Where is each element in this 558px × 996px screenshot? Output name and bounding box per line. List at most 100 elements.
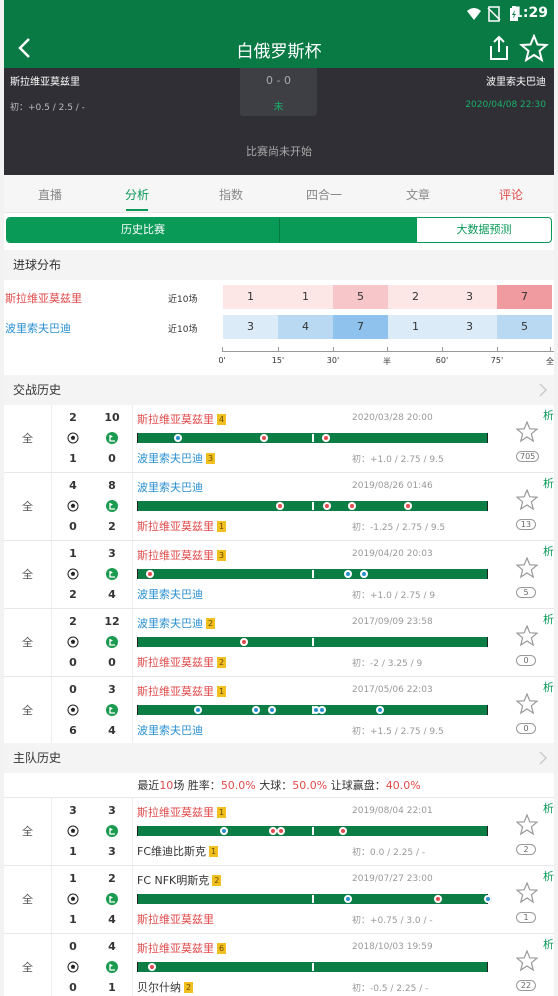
- star-icon[interactable]: [516, 421, 538, 443]
- match-row[interactable]: 全 3 3 1 3 斯拉维亚莫兹里 1 2019/08/04 22:01 FC维迪比斯克 1 初：0…: [4, 798, 554, 866]
- comment-count[interactable]: 2: [516, 844, 536, 855]
- chevron-right-icon[interactable]: [538, 383, 548, 397]
- analysis-label[interactable]: 析: [543, 800, 554, 816]
- team-away[interactable]: 波里索夫巴迪: [137, 722, 203, 738]
- away-team[interactable]: 波里索夫巴迪: [486, 73, 546, 88]
- match-timeline: [137, 826, 488, 836]
- segment-middle[interactable]: [279, 218, 417, 242]
- match-date: 2017/05/06 22:03: [352, 685, 433, 695]
- tab-analysis[interactable]: 分析: [91, 186, 183, 203]
- match-row[interactable]: 全 1 3 2 4 斯拉维亚莫兹里 3 2019/04/20 20:03 波里索夫巴迪 初：+1.…: [4, 541, 554, 609]
- team-away[interactable]: 斯拉维亚莫兹里: [137, 911, 214, 927]
- match-category: 全: [4, 677, 52, 744]
- goal-dist-cell: 1: [278, 285, 333, 309]
- analysis-segment: 历史比赛 大数据预测: [6, 217, 552, 243]
- team-home[interactable]: 波里索夫巴迪 2: [137, 615, 215, 631]
- team-home[interactable]: 斯拉维亚莫兹里 6: [137, 940, 226, 956]
- segment-bigdata[interactable]: 大数据预测: [417, 218, 551, 242]
- share-icon[interactable]: [486, 34, 512, 62]
- comment-count[interactable]: 1: [516, 912, 536, 923]
- goal-dist-cell: 2: [388, 285, 443, 309]
- half-score-home: 1: [69, 547, 77, 560]
- tab-four-in-one[interactable]: 四合一: [278, 186, 370, 203]
- team-home[interactable]: FC NFK明斯克 2: [137, 872, 222, 888]
- team-home[interactable]: 斯拉维亚莫兹里 1: [137, 683, 226, 699]
- team-home[interactable]: 波里索夫巴迪: [137, 479, 203, 495]
- match-timeline: [137, 501, 488, 511]
- corner-flag-icon: [106, 961, 118, 973]
- corners-home: 12: [104, 615, 120, 628]
- analysis-label[interactable]: 析: [543, 868, 554, 884]
- comment-count[interactable]: 22: [516, 980, 536, 991]
- corner-flag-icon: [106, 432, 118, 444]
- comment-count[interactable]: 705: [516, 451, 540, 462]
- comment-count[interactable]: 5: [516, 587, 536, 598]
- half-score-home: 4: [69, 479, 77, 492]
- star-icon[interactable]: [516, 814, 538, 836]
- goal-distribution: 斯拉维亚莫兹里 近10场 波里索夫巴迪 近10场 115237347135 0'…: [4, 281, 554, 373]
- team-home[interactable]: 斯拉维亚莫兹里 4: [137, 411, 226, 427]
- analysis-label[interactable]: 析: [543, 475, 554, 491]
- segment-history[interactable]: 历史比赛: [7, 218, 279, 242]
- corners-away: 4: [108, 724, 116, 737]
- team-away[interactable]: 斯拉维亚莫兹里 1: [137, 518, 226, 534]
- comment-count[interactable]: 0: [516, 723, 536, 734]
- team-away[interactable]: 斯拉维亚莫兹里 2: [137, 654, 226, 670]
- comment-count[interactable]: 0: [516, 655, 536, 666]
- match-date: 2018/10/03 19:59: [352, 942, 433, 952]
- tab-live[interactable]: 直播: [4, 186, 96, 203]
- match-odds: 初：+0.75 / 3.0 / -: [352, 916, 433, 926]
- match-row[interactable]: 全 2 12 0 0 波里索夫巴迪 2 2017/09/09 23:58 斯拉维亚莫兹里 2 初：-…: [4, 609, 554, 677]
- page-title: 白俄罗斯杯: [236, 42, 322, 62]
- team-away[interactable]: 波里索夫巴迪 3: [137, 450, 215, 466]
- rank-badge: 6: [217, 943, 226, 954]
- analysis-label[interactable]: 析: [543, 936, 554, 952]
- match-odds: 初：+1.5 / 2.75 / 9.5: [352, 727, 444, 737]
- chevron-right-icon[interactable]: [538, 751, 548, 765]
- goal-dist-cell: 5: [333, 285, 388, 309]
- match-date: 2019/08/26 01:46: [352, 481, 433, 491]
- corners-home: 2: [108, 872, 116, 885]
- team-name: 波里索夫巴迪: [137, 617, 203, 630]
- match-row[interactable]: 全 0 3 6 4 斯拉维亚莫兹里 1 2017/05/06 22:03 波里索夫巴迪 初：+1.…: [4, 677, 554, 745]
- team-away[interactable]: 贝尔什纳 2: [137, 979, 193, 995]
- goal-marker: [174, 434, 182, 442]
- team-away[interactable]: 波里索夫巴迪: [137, 586, 203, 602]
- goal-marker: [268, 706, 276, 714]
- match-row[interactable]: 全 4 8 0 2 波里索夫巴迪 2019/08/26 01:46 斯拉维亚莫兹里 1 初：-1.…: [4, 473, 554, 541]
- home-team[interactable]: 斯拉维亚莫兹里: [10, 73, 80, 88]
- match-row[interactable]: 全 0 4 0 1 斯拉维亚莫兹里 6 2018/10/03 19:59 贝尔什纳 2 初：-0.5…: [4, 934, 554, 996]
- summary-hcp-rate: 40.0%: [385, 779, 421, 792]
- tab-articles[interactable]: 文章: [372, 186, 464, 203]
- match-row[interactable]: 全 2 10 1 0 斯拉维亚莫兹里 4 2020/03/28 20:00 波里索夫巴迪 3 初：+…: [4, 405, 554, 473]
- star-icon[interactable]: [516, 489, 538, 511]
- tab-odds[interactable]: 指数: [185, 186, 277, 203]
- analysis-label[interactable]: 析: [543, 543, 554, 559]
- analysis-label[interactable]: 析: [543, 611, 554, 627]
- axis-tick-label: 75': [490, 356, 504, 365]
- tab-comments[interactable]: 评论: [465, 186, 554, 203]
- favorite-star-icon[interactable]: [519, 34, 549, 62]
- team-home[interactable]: 斯拉维亚莫兹里 3: [137, 547, 226, 563]
- column-divider: [132, 798, 133, 865]
- home-history-title-text: 主队历史: [13, 751, 62, 765]
- rank-badge: 1: [209, 846, 219, 857]
- star-icon[interactable]: [516, 882, 538, 904]
- goal-marker: [404, 502, 412, 510]
- analysis-label[interactable]: 析: [543, 407, 554, 423]
- goal-dist-cell: 3: [223, 315, 278, 339]
- comment-count[interactable]: 13: [516, 519, 536, 530]
- match-category: 全: [4, 473, 52, 540]
- analysis-label[interactable]: 析: [543, 679, 554, 695]
- team-away[interactable]: FC维迪比斯克 1: [137, 843, 219, 859]
- star-icon[interactable]: [516, 693, 538, 715]
- goal-dist-title: 进球分布: [4, 250, 554, 280]
- team-name: 斯拉维亚莫兹里: [137, 520, 214, 533]
- team-name: 斯拉维亚莫兹里: [137, 806, 214, 819]
- team-home[interactable]: 斯拉维亚莫兹里 1: [137, 804, 226, 820]
- full-score-away: 6: [69, 724, 77, 737]
- star-icon[interactable]: [516, 557, 538, 579]
- match-row[interactable]: 全 1 2 1 4 FC NFK明斯克 2 2019/07/27 23:00 斯拉维亚莫兹里 初：…: [4, 866, 554, 934]
- star-icon[interactable]: [516, 950, 538, 972]
- star-icon[interactable]: [516, 625, 538, 647]
